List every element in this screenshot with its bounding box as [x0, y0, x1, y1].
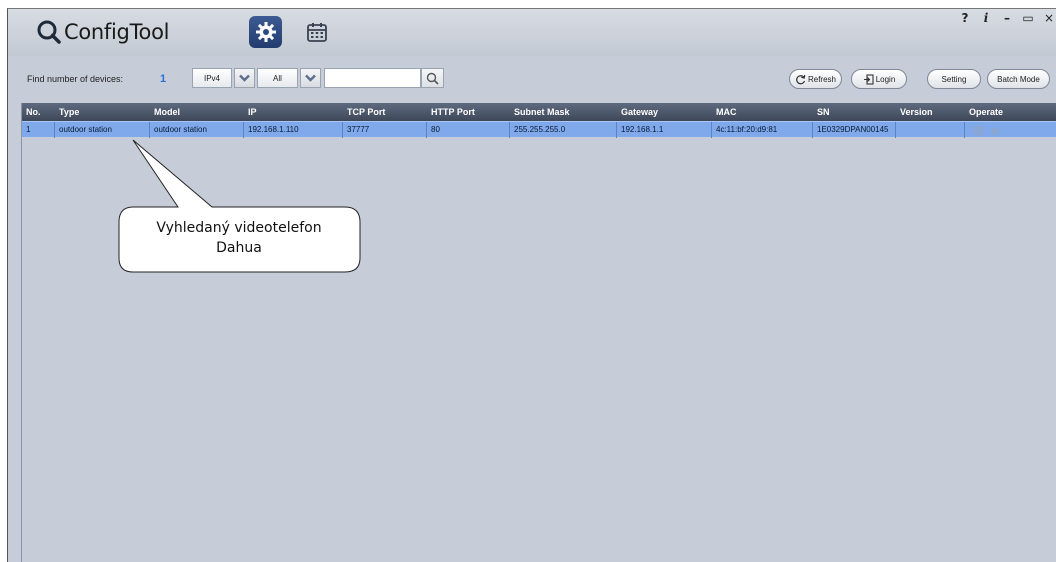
ip-version-select[interactable]: IPv4 — [192, 68, 232, 88]
column-header-version[interactable]: Version — [896, 103, 933, 121]
tab-schedule[interactable] — [303, 19, 331, 45]
cell-tcp-port: 37777 — [343, 122, 427, 138]
magnifier-logo-icon — [37, 20, 61, 44]
search-button[interactable] — [421, 68, 444, 88]
login-label: Login — [875, 74, 896, 84]
setting-label: Setting — [941, 74, 967, 84]
cell-gateway: 192.168.1.1 — [617, 122, 712, 138]
window-controls: ? i – ▭ × — [958, 11, 1056, 25]
column-header-gateway[interactable]: Gateway — [617, 103, 658, 121]
cell-subnet-mask: 255.255.255.0 — [510, 122, 617, 138]
restore-button[interactable]: ▭ — [1021, 11, 1035, 25]
table-header: No. Type Model IP TCP Port HTTP Port Sub… — [22, 103, 1056, 121]
cell-http-port: 80 — [427, 122, 510, 138]
column-header-mac[interactable]: MAC — [712, 103, 737, 121]
device-count: 1 — [160, 73, 167, 85]
callout-line-2: Dahua — [216, 240, 262, 256]
callout-line-1: Vyhledaný videotelefon — [156, 220, 322, 236]
login-icon — [863, 73, 874, 85]
column-header-type[interactable]: Type — [55, 103, 79, 121]
cell-no: 1 — [22, 122, 55, 138]
cell-ip: 192.168.1.110 — [244, 122, 343, 138]
refresh-label: Refresh — [807, 74, 836, 84]
chevron-down-icon — [305, 74, 316, 82]
batch-mode-button[interactable]: Batch Mode — [987, 69, 1050, 89]
column-header-http-port[interactable]: HTTP Port — [427, 103, 475, 121]
column-header-no[interactable]: No. — [22, 103, 41, 121]
column-header-ip[interactable]: IP — [244, 103, 257, 121]
device-table: No. Type Model IP TCP Port HTTP Port Sub… — [21, 103, 1056, 562]
toolbar: Find number of devices: 1 IPv4 All Refre… — [8, 56, 1056, 101]
info-button[interactable]: i — [979, 11, 993, 25]
device-filter-dropdown-button[interactable] — [300, 68, 321, 88]
device-filter-select[interactable]: All — [257, 68, 298, 88]
gear-icon — [255, 22, 276, 42]
gear-icon[interactable] — [973, 124, 984, 136]
table-row[interactable]: 1 outdoor station outdoor station 192.16… — [22, 121, 1056, 138]
column-header-sn[interactable]: SN — [813, 103, 830, 121]
close-button[interactable]: × — [1042, 11, 1056, 25]
app-logo: ConfigTool — [36, 19, 169, 45]
minimize-button[interactable]: – — [1000, 11, 1014, 25]
login-button[interactable]: Login — [851, 69, 907, 89]
column-header-subnet-mask[interactable]: Subnet Mask — [510, 103, 570, 121]
search-icon — [426, 72, 439, 85]
chevron-down-icon — [239, 74, 250, 82]
ip-version-dropdown-button[interactable] — [234, 68, 255, 88]
device-filter-value: All — [273, 73, 282, 83]
title-bar: ConfigTool ? i – ▭ × — [8, 9, 1056, 56]
refresh-icon — [796, 74, 806, 84]
cell-operate: e — [965, 122, 1056, 138]
cell-mac: 4c:11:bf:20:d9:81 — [712, 122, 813, 138]
search-input[interactable] — [324, 68, 421, 88]
config-tool-window: ConfigTool ? i – ▭ × Find number of devi… — [7, 8, 1056, 562]
batch-mode-label: Batch Mode — [997, 74, 1040, 84]
help-button[interactable]: ? — [958, 11, 972, 25]
app-title: ConfigTool — [64, 20, 170, 44]
cell-model: outdoor station — [150, 122, 244, 138]
browser-e-icon[interactable]: e — [990, 124, 1002, 136]
ip-version-value: IPv4 — [203, 73, 220, 83]
refresh-button[interactable]: Refresh — [789, 69, 842, 89]
calendar-icon — [307, 23, 327, 42]
tab-device-config[interactable] — [249, 16, 282, 48]
callout-text: Vyhledaný videotelefon Dahua — [118, 218, 360, 258]
column-header-model[interactable]: Model — [150, 103, 180, 121]
column-header-operate[interactable]: Operate — [965, 103, 1003, 121]
cell-version — [896, 122, 965, 138]
svg-text:e: e — [991, 124, 1000, 136]
setting-button[interactable]: Setting — [927, 69, 981, 89]
column-header-tcp-port[interactable]: TCP Port — [343, 103, 385, 121]
find-devices-label: Find number of devices: — [27, 74, 124, 84]
cell-sn: 1E0329DPAN00145 — [813, 122, 896, 138]
cell-type: outdoor station — [55, 122, 150, 138]
